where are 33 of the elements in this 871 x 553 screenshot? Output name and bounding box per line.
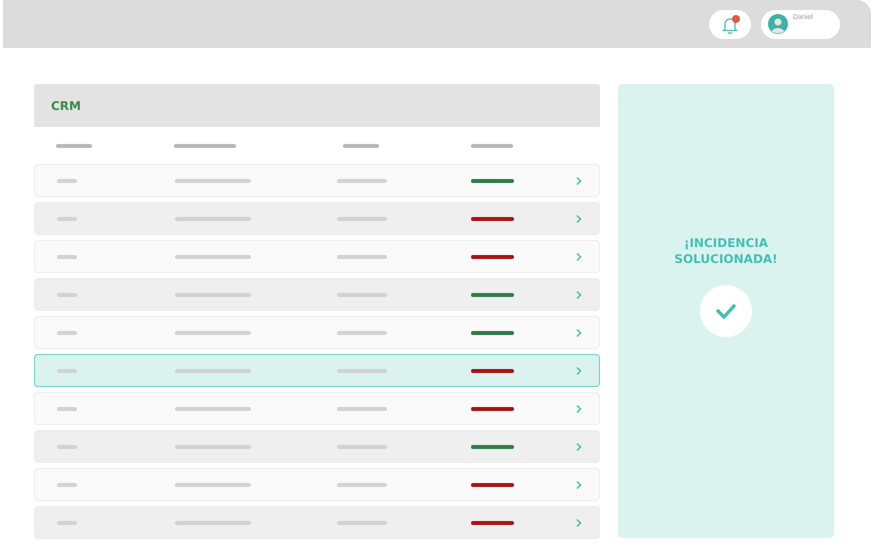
chevron-right-icon [575, 518, 583, 528]
checkmark-icon [700, 285, 752, 337]
status-message: ¡INCIDENCIA SOLUCIONADA! [673, 235, 779, 267]
cell-placeholder [57, 330, 77, 334]
cell-placeholder [57, 368, 77, 372]
cell-placeholder [57, 254, 77, 258]
column-heading-placeholder [174, 144, 236, 148]
cell-placeholder [57, 178, 77, 182]
chevron-right-icon [575, 214, 583, 224]
bell-icon [721, 16, 739, 34]
avatar-icon [768, 14, 788, 34]
cell-placeholder [57, 482, 77, 486]
chevron-right-icon [575, 290, 583, 300]
table-title: CRM [51, 98, 81, 112]
chevron-right-icon [575, 366, 583, 376]
cell-placeholder [57, 406, 77, 410]
chevron-right-icon [575, 404, 583, 414]
chevron-right-icon [575, 480, 583, 490]
cell-placeholder [337, 368, 387, 372]
table-row[interactable] [34, 354, 600, 387]
cell-placeholder [337, 330, 387, 334]
chevron-right-icon [575, 328, 583, 338]
notifications-button[interactable] [709, 10, 751, 39]
cell-placeholder [337, 482, 387, 486]
cell-placeholder [337, 254, 387, 258]
chevron-right-icon [575, 252, 583, 262]
column-heading-placeholder [56, 144, 92, 148]
cell-placeholder [337, 406, 387, 410]
chevron-right-icon [575, 442, 583, 452]
column-heading-placeholder [343, 144, 379, 148]
column-heading-placeholder [471, 144, 513, 148]
cell-placeholder [337, 178, 387, 182]
chevron-right-icon [575, 176, 583, 186]
